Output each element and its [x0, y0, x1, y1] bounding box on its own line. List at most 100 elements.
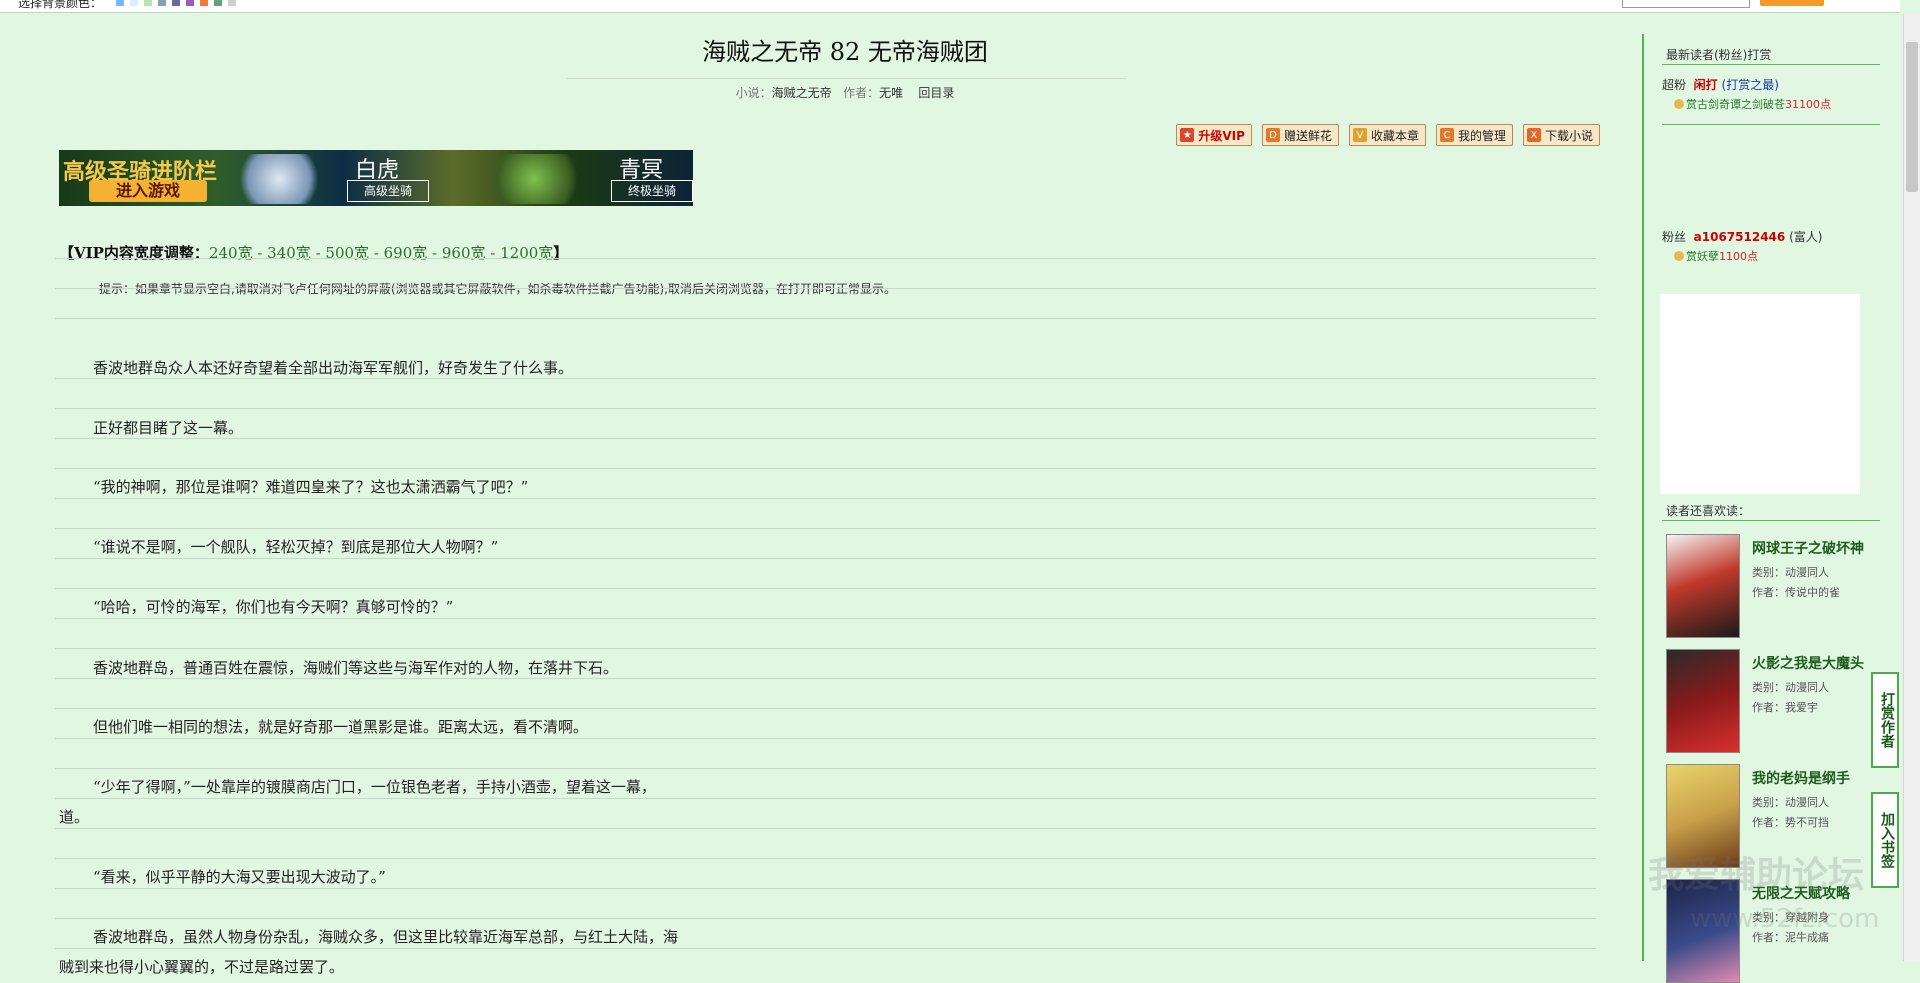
tip-author-tab[interactable]: 打赏作者: [1871, 672, 1899, 768]
book-author: 作者：我爱宇: [1752, 701, 1818, 714]
fan-entry: 超粉 闲打 (打赏之最): [1662, 78, 1779, 92]
vip-icon: ★: [1180, 128, 1195, 142]
watermark: 我爱辅助论坛: [1648, 855, 1865, 896]
book-author: 作者：传说中的雀: [1752, 586, 1840, 599]
book-title[interactable]: 火影之我是大魔头: [1752, 653, 1864, 673]
watermark-url: www.52fz.com: [1690, 904, 1880, 934]
rule-line: [55, 918, 1596, 919]
back-to-toc-link[interactable]: 回目录: [918, 86, 954, 100]
latest-tips-heading: 最新读者(粉丝)打赏: [1666, 48, 1772, 62]
recommended-book[interactable]: 火影之我是大魔头 类别：动漫同人 作者：我爱宇: [1666, 649, 1886, 753]
tiger-mount-button[interactable]: 高级坐骑: [347, 180, 429, 202]
paragraph: 正好都目睹了这一幕。: [93, 419, 244, 437]
rule-line: [55, 888, 1596, 889]
send-flower-button[interactable]: D 赠送鲜花: [1261, 124, 1339, 146]
rule-line: [55, 708, 1596, 709]
bookmark-chapter-button[interactable]: V 收藏本章: [1348, 124, 1426, 146]
button-label: 下载小说: [1544, 128, 1593, 143]
fan-entry: 粉丝 a1067512446 (富人): [1662, 230, 1823, 244]
fan-name[interactable]: a1067512446: [1694, 230, 1786, 244]
book-title[interactable]: 我的老妈是纲手: [1752, 768, 1850, 788]
top-toolbar: 选择背景颜色：: [0, 0, 1900, 13]
paragraph: “哈哈，可怜的海军，你们也有今天啊？真够可怜的？”: [93, 598, 454, 616]
paragraph: 香波地群岛，虽然人物身份杂乱，海贼众多，但这里比较靠近海军总部，与红土大陆，海: [93, 928, 679, 946]
sidebar-divider: [1662, 520, 1880, 521]
color-swatch[interactable]: [130, 0, 138, 6]
search-button[interactable]: [1760, 0, 1824, 6]
chapter-content: 海贼之无帝 82 无帝海贼团 小说：海贼之无帝 作者：无唯 回目录 ★ 升级VIP…: [55, 14, 1600, 976]
sidebar-divider: [1662, 64, 1880, 65]
fan-rank: 粉丝: [1662, 230, 1687, 244]
book-cover[interactable]: [1666, 534, 1740, 638]
paragraph: “我的神啊，那位是谁啊？难道四皇来了？这也太潇洒霸气了吧？”: [93, 478, 529, 496]
gift-prefix: 赏: [1686, 250, 1697, 263]
top-tip-link[interactable]: 打赏之最: [1726, 78, 1774, 92]
manage-icon: C: [1439, 128, 1454, 142]
search-input[interactable]: [1622, 0, 1750, 8]
rule-line: [55, 468, 1596, 469]
vip-width-label: 【VIP内容宽度调整：: [59, 244, 209, 262]
button-label: 赠送鲜花: [1283, 128, 1332, 143]
azure-mount-button[interactable]: 终极坐骑: [611, 180, 693, 202]
vip-width-options[interactable]: 240宽 - 340宽 - 500宽 - 690宽 - 960宽 - 1200宽: [209, 244, 553, 262]
gift-item: 古剑奇谭之剑破苍: [1697, 98, 1785, 111]
book-category: 类别：动漫同人: [1752, 566, 1829, 579]
rule-line: [55, 558, 1596, 559]
add-bookmark-tab[interactable]: 加入书签: [1871, 792, 1899, 888]
paragraph: “谁说不是啊，一个舰队，轻松灭掉？到底是那位大人物啊？”: [93, 538, 499, 556]
color-swatch[interactable]: [144, 0, 152, 6]
novel-label: 小说：: [735, 86, 772, 100]
recommended-book[interactable]: 网球王子之破坏神 类别：动漫同人 作者：传说中的雀: [1666, 534, 1886, 638]
my-manage-button[interactable]: C 我的管理: [1435, 124, 1513, 146]
rule-line: [55, 378, 1596, 379]
color-swatch[interactable]: [214, 0, 222, 6]
flower-icon: D: [1265, 128, 1280, 142]
enter-game-button[interactable]: 进入游戏: [89, 180, 207, 202]
author-link[interactable]: 无唯: [879, 86, 903, 100]
paragraph: “看来，似乎平静的大海又要出现大波动了。”: [93, 868, 386, 886]
chapter-actions: ★ 升级VIP D 赠送鲜花 V 收藏本章 C 我的管理 X 下载小说: [1176, 124, 1600, 146]
rule-line: [55, 498, 1596, 499]
vip-width-suffix: 】: [553, 244, 569, 262]
gift-points: 31100点: [1785, 98, 1831, 111]
paragraph: “少年了得啊，”一处靠岸的镀膜商店门口，一位银色老者，手持小酒壶，望着这一幕，: [93, 778, 656, 796]
title-divider: [567, 78, 1127, 79]
fan-tag: 富人: [1793, 230, 1818, 244]
novel-link[interactable]: 海贼之无帝: [772, 86, 832, 100]
scrollbar-thumb[interactable]: [1906, 42, 1918, 192]
bg-color-label: 选择背景颜色：: [18, 0, 103, 10]
gift-prefix: 赏: [1686, 98, 1697, 111]
vertical-scrollbar[interactable]: [1903, 14, 1920, 961]
color-swatch[interactable]: [158, 0, 166, 6]
gift-entry: 赏古剑奇谭之剑破苍31100点: [1674, 96, 1831, 112]
paragraph: 贼到来也得小心翼翼的，不过是路过罢了。: [59, 958, 345, 976]
ad-placeholder: [1660, 294, 1860, 494]
white-tiger-image: [229, 154, 329, 204]
rule-line: [55, 438, 1596, 439]
color-swatch[interactable]: [186, 0, 194, 6]
azure-mount-image: [479, 154, 589, 204]
fan-name[interactable]: 闲打: [1694, 78, 1718, 92]
color-swatch[interactable]: [172, 0, 180, 6]
chapter-title: 海贼之无帝 82 无帝海贼团: [702, 38, 988, 66]
fan-rank: 超粉: [1662, 78, 1687, 92]
paragraph: 香波地群岛，普通百姓在震惊，海贼们等这些与海军作对的人物，在落井下石。: [93, 659, 619, 677]
book-cover[interactable]: [1666, 649, 1740, 753]
book-title[interactable]: 网球王子之破坏神: [1752, 538, 1864, 558]
rule-line: [55, 618, 1596, 619]
author-label: 作者：: [843, 86, 880, 100]
book-category: 类别：动漫同人: [1752, 796, 1829, 809]
game-ad-banner[interactable]: 高级圣骑进阶栏 进入游戏 白虎 高级坐骑 青冥 终极坐骑: [59, 150, 693, 206]
rule-line: [55, 768, 1596, 769]
download-novel-button[interactable]: X 下载小说: [1522, 124, 1600, 146]
color-swatch[interactable]: [200, 0, 208, 6]
color-swatch[interactable]: [228, 0, 236, 6]
upgrade-vip-button[interactable]: ★ 升级VIP: [1176, 124, 1252, 146]
coin-icon: [1674, 251, 1684, 261]
rule-line: [55, 738, 1596, 739]
rule-line: [55, 588, 1596, 589]
color-swatch[interactable]: [116, 0, 124, 6]
gift-points: 1100点: [1719, 250, 1758, 263]
sidebar-divider: [1662, 124, 1880, 125]
rule-line: [55, 948, 1596, 949]
